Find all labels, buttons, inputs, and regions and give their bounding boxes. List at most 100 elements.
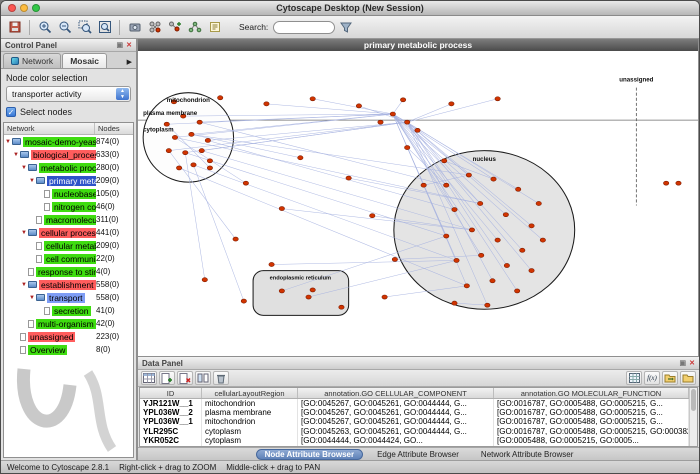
float-panel-icon[interactable]: ▣ bbox=[680, 360, 687, 367]
network-node[interactable] bbox=[202, 278, 207, 282]
network-node[interactable] bbox=[370, 214, 375, 218]
network-node[interactable] bbox=[466, 173, 471, 177]
tree-row[interactable]: multi-organism pr...42(0) bbox=[4, 317, 133, 330]
network-node[interactable] bbox=[197, 120, 202, 124]
tab-node-attribute-browser[interactable]: Node Attribute Browser bbox=[256, 449, 364, 460]
network-node[interactable] bbox=[298, 156, 303, 160]
network-node[interactable] bbox=[444, 234, 449, 238]
tab-network-attribute-browser[interactable]: Network Attribute Browser bbox=[473, 449, 581, 460]
expander-icon[interactable]: ▼ bbox=[12, 152, 20, 158]
delete-attribute-icon[interactable] bbox=[177, 371, 193, 385]
network-node[interactable] bbox=[485, 303, 490, 307]
network-node[interactable] bbox=[520, 248, 525, 252]
select-attributes-icon[interactable] bbox=[141, 371, 157, 385]
network-node[interactable] bbox=[218, 96, 223, 100]
table-row[interactable]: YKR052Ccytoplasm[GO:0044444, GO:0044424,… bbox=[140, 436, 689, 445]
zoom-in-icon[interactable] bbox=[35, 18, 54, 37]
network-node[interactable] bbox=[415, 128, 420, 132]
tree-row[interactable]: unassigned223(0) bbox=[4, 330, 133, 343]
network-node[interactable] bbox=[166, 149, 171, 153]
network-view-titlebar[interactable]: primary metabolic process bbox=[138, 39, 698, 51]
expander-icon[interactable]: ▼ bbox=[4, 139, 12, 145]
matrix-icon[interactable] bbox=[626, 371, 642, 385]
network-node[interactable] bbox=[529, 224, 534, 228]
network-node[interactable] bbox=[442, 159, 447, 163]
table-column-header[interactable]: cellularLayoutRegion bbox=[202, 388, 298, 398]
network-node[interactable] bbox=[663, 181, 668, 185]
expander-icon[interactable]: ▼ bbox=[28, 178, 36, 184]
column-settings-icon[interactable] bbox=[195, 371, 211, 385]
snapshot-icon[interactable] bbox=[125, 18, 144, 37]
network-node[interactable] bbox=[310, 288, 315, 292]
network-node[interactable] bbox=[346, 176, 351, 180]
tree-row[interactable]: ▼cellular process441(0) bbox=[4, 226, 133, 239]
network-node[interactable] bbox=[491, 177, 496, 181]
network-node[interactable] bbox=[469, 228, 474, 232]
network-node[interactable] bbox=[189, 132, 194, 136]
network-node[interactable] bbox=[495, 238, 500, 242]
network-node[interactable] bbox=[477, 201, 482, 205]
clear-table-icon[interactable] bbox=[213, 371, 229, 385]
network-node[interactable] bbox=[279, 207, 284, 211]
network-node[interactable] bbox=[339, 305, 344, 309]
zoom-selected-icon[interactable] bbox=[75, 18, 94, 37]
minimize-window-button[interactable] bbox=[20, 4, 28, 12]
network-node[interactable] bbox=[243, 181, 248, 185]
network-node[interactable] bbox=[464, 284, 469, 288]
tree-row[interactable]: cell communica...22(0) bbox=[4, 252, 133, 265]
table-column-header[interactable]: annotation.GO CELLULAR_COMPONENT bbox=[298, 388, 494, 398]
close-window-button[interactable] bbox=[8, 4, 16, 12]
network-node[interactable] bbox=[356, 104, 361, 108]
network-node[interactable] bbox=[183, 151, 188, 155]
network-node[interactable] bbox=[199, 149, 204, 153]
network-node[interactable] bbox=[490, 279, 495, 283]
tab-mosaic[interactable]: Mosaic bbox=[62, 53, 107, 68]
close-panel-icon[interactable]: ✕ bbox=[689, 360, 695, 367]
network-node[interactable] bbox=[176, 166, 181, 170]
table-row[interactable]: YDR039C__1mitochondrion[GO:0044444, GO:0… bbox=[140, 445, 689, 446]
expander-icon[interactable]: ▼ bbox=[20, 282, 28, 288]
network-node[interactable] bbox=[444, 183, 449, 187]
network-node[interactable] bbox=[421, 183, 426, 187]
tree-row[interactable]: nitrogen compo...46(0) bbox=[4, 200, 133, 213]
network-node[interactable] bbox=[279, 289, 284, 293]
annotation-icon[interactable] bbox=[205, 18, 224, 37]
network-node[interactable] bbox=[405, 120, 410, 124]
table-row[interactable]: YLR295Ccytoplasm[GO:0045263, GO:0045261,… bbox=[140, 427, 689, 436]
network-node[interactable] bbox=[172, 135, 177, 139]
tree-row[interactable]: secretion41(0) bbox=[4, 304, 133, 317]
network-node[interactable] bbox=[449, 102, 454, 106]
network-node[interactable] bbox=[452, 301, 457, 305]
expand-network-icon[interactable] bbox=[165, 18, 184, 37]
tree-row[interactable]: nucleobase...105(0) bbox=[4, 187, 133, 200]
tab-edge-attribute-browser[interactable]: Edge Attribute Browser bbox=[369, 449, 467, 460]
network-node[interactable] bbox=[405, 146, 410, 150]
network-node[interactable] bbox=[504, 263, 509, 267]
expander-icon[interactable]: ▼ bbox=[20, 165, 28, 171]
float-panel-icon[interactable]: ▣ bbox=[117, 42, 124, 49]
network-canvas[interactable]: plasma membrane cytoplasm mitochondrion … bbox=[138, 51, 698, 356]
network-node[interactable] bbox=[241, 299, 246, 303]
tree-row[interactable]: response to stimu...4(0) bbox=[4, 265, 133, 278]
color-attribute-select[interactable]: transporter activity ▲▼ bbox=[6, 86, 131, 102]
network-node[interactable] bbox=[514, 289, 519, 293]
table-row[interactable]: YPL036W__2plasma membrane[GO:0045267, GO… bbox=[140, 408, 689, 417]
network-node[interactable] bbox=[479, 253, 484, 257]
search-options-icon[interactable] bbox=[336, 18, 355, 37]
network-node[interactable] bbox=[536, 201, 541, 205]
tree-row[interactable]: ▼establishment of lo...558(0) bbox=[4, 278, 133, 291]
table-scrollbar[interactable] bbox=[689, 388, 697, 446]
tree-row[interactable]: cellular metabo...209(0) bbox=[4, 239, 133, 252]
network-node[interactable] bbox=[676, 181, 681, 185]
table-scrollbar-thumb[interactable] bbox=[691, 389, 696, 411]
network-node[interactable] bbox=[529, 269, 534, 273]
expander-icon[interactable]: ▼ bbox=[28, 295, 36, 301]
function-builder-icon[interactable]: f(x) bbox=[644, 371, 660, 385]
tree-row[interactable]: Overview8(0) bbox=[4, 343, 133, 356]
network-node[interactable] bbox=[207, 166, 212, 170]
new-network-icon[interactable] bbox=[185, 18, 204, 37]
table-column-header[interactable]: annotation.GO MOLECULAR_FUNCTION bbox=[494, 388, 689, 398]
import-table-icon[interactable] bbox=[662, 371, 678, 385]
network-node[interactable] bbox=[454, 258, 459, 262]
network-node[interactable] bbox=[516, 187, 521, 191]
